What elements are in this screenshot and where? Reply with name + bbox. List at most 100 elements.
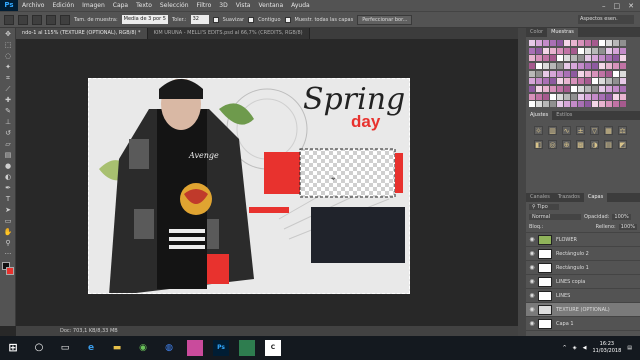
menu-seleccion[interactable]: Selección	[156, 2, 193, 9]
swatch[interactable]	[536, 93, 542, 100]
spotify-icon[interactable]: ◉	[135, 340, 151, 356]
swatch[interactable]	[536, 47, 542, 54]
menu-vista[interactable]: Vista	[232, 2, 255, 9]
swatch[interactable]	[571, 70, 577, 77]
swatch[interactable]	[543, 78, 549, 85]
swatch[interactable]	[557, 70, 563, 77]
intersect-selection-icon[interactable]	[60, 14, 70, 25]
menu-capa[interactable]: Capa	[109, 2, 132, 9]
photoshop-logo[interactable]: Ps	[0, 0, 18, 11]
swatch[interactable]	[606, 85, 612, 92]
swatch[interactable]	[536, 70, 542, 77]
app-icon-3[interactable]: C	[265, 340, 281, 356]
chrome-icon[interactable]: ◍	[161, 340, 177, 356]
tab-color[interactable]: Color	[526, 28, 547, 37]
swatch[interactable]	[606, 55, 612, 62]
swatch[interactable]	[592, 47, 598, 54]
swatch[interactable]	[599, 47, 605, 54]
swatch[interactable]	[571, 47, 577, 54]
menu-ayuda[interactable]: Ayuda	[287, 2, 314, 9]
layer-row[interactable]: ◉ Rectángulo 2	[526, 247, 640, 261]
swatch[interactable]	[578, 101, 584, 108]
swatch[interactable]	[599, 78, 605, 85]
sample-size-select[interactable]: Media de 3 por 5	[121, 15, 168, 24]
tab-layers[interactable]: Capas	[583, 193, 608, 202]
swatch[interactable]	[585, 85, 591, 92]
layer-filter-select[interactable]: ⚲ Tipo	[529, 204, 559, 210]
swatch[interactable]	[578, 47, 584, 54]
shape-tool-icon[interactable]: ▭	[3, 217, 13, 226]
swatch[interactable]	[578, 93, 584, 100]
channel-mixer-icon[interactable]: ⊕	[562, 140, 571, 149]
swatch[interactable]	[613, 85, 619, 92]
menu-archivo[interactable]: Archivo	[18, 2, 48, 9]
hand-tool-icon[interactable]: ✋	[3, 228, 13, 237]
swatch[interactable]	[592, 101, 598, 108]
swatch[interactable]	[620, 70, 626, 77]
bw-icon[interactable]: ◧	[534, 140, 543, 149]
swatch[interactable]	[543, 70, 549, 77]
stamp-tool-icon[interactable]: ⊥	[3, 118, 13, 127]
swatch[interactable]	[543, 55, 549, 62]
menu-texto[interactable]: Texto	[132, 2, 156, 9]
edge-icon[interactable]: e	[83, 340, 99, 356]
blend-mode-select[interactable]: Normal	[529, 214, 581, 220]
network-icon[interactable]: ◈	[573, 345, 577, 351]
swatch[interactable]	[606, 93, 612, 100]
swatch[interactable]	[620, 101, 626, 108]
swatch[interactable]	[571, 40, 577, 46]
crop-tool-icon[interactable]: ⌗	[3, 74, 13, 83]
more-tools-icon[interactable]: ···	[3, 250, 13, 259]
dodge-tool-icon[interactable]: ◐	[3, 173, 13, 182]
swatch[interactable]	[543, 93, 549, 100]
menu-imagen[interactable]: Imagen	[78, 2, 109, 9]
swatch[interactable]	[599, 40, 605, 46]
swatch[interactable]	[592, 62, 598, 69]
vibrance-icon[interactable]: ▽	[590, 126, 599, 135]
swatch[interactable]	[564, 93, 570, 100]
layer-row[interactable]: ◉ LINES	[526, 289, 640, 303]
opacity-input[interactable]: 100%	[612, 214, 631, 220]
swatch[interactable]	[606, 62, 612, 69]
exposure-icon[interactable]: ±	[576, 126, 585, 135]
swatch[interactable]	[613, 55, 619, 62]
swatch[interactable]	[564, 62, 570, 69]
swatch[interactable]	[564, 47, 570, 54]
menu-filtro[interactable]: Filtro	[193, 2, 216, 9]
antialias-checkbox[interactable]	[212, 16, 219, 23]
hue-sat-icon[interactable]: ▦	[604, 126, 613, 135]
healing-tool-icon[interactable]: ✚	[3, 96, 13, 105]
brightness-icon[interactable]: ☼	[534, 126, 543, 135]
swatch[interactable]	[529, 70, 535, 77]
swatch[interactable]	[620, 93, 626, 100]
swatch[interactable]	[529, 85, 535, 92]
swatch[interactable]	[564, 55, 570, 62]
swatch[interactable]	[599, 55, 605, 62]
lasso-tool-icon[interactable]: ◌	[3, 52, 13, 61]
magic-wand-tool-icon[interactable]: ✦	[3, 63, 13, 72]
swatch[interactable]	[585, 101, 591, 108]
swatch[interactable]	[550, 93, 556, 100]
new-selection-icon[interactable]	[18, 14, 28, 25]
swatch[interactable]	[536, 40, 542, 46]
blur-tool-icon[interactable]: ●	[3, 162, 13, 171]
swatch[interactable]	[585, 47, 591, 54]
swatch[interactable]	[557, 55, 563, 62]
tab-document-1[interactable]: ndo-1 al 115% (TEXTURE (OPTIONAL), RGB/8…	[16, 28, 148, 39]
swatch[interactable]	[585, 70, 591, 77]
swatch[interactable]	[606, 40, 612, 46]
swatch[interactable]	[550, 40, 556, 46]
eye-icon[interactable]: ◉	[526, 264, 538, 271]
tab-styles[interactable]: Estilos	[552, 111, 576, 120]
menu-ventana[interactable]: Ventana	[254, 2, 287, 9]
swatch[interactable]	[578, 70, 584, 77]
swatch[interactable]	[592, 55, 598, 62]
swatch[interactable]	[613, 40, 619, 46]
swatch[interactable]	[620, 85, 626, 92]
swatch[interactable]	[592, 85, 598, 92]
swatch[interactable]	[529, 55, 535, 62]
swatch[interactable]	[557, 47, 563, 54]
swatch[interactable]	[592, 78, 598, 85]
eraser-tool-icon[interactable]: ▱	[3, 140, 13, 149]
brush-tool-icon[interactable]: ✎	[3, 107, 13, 116]
